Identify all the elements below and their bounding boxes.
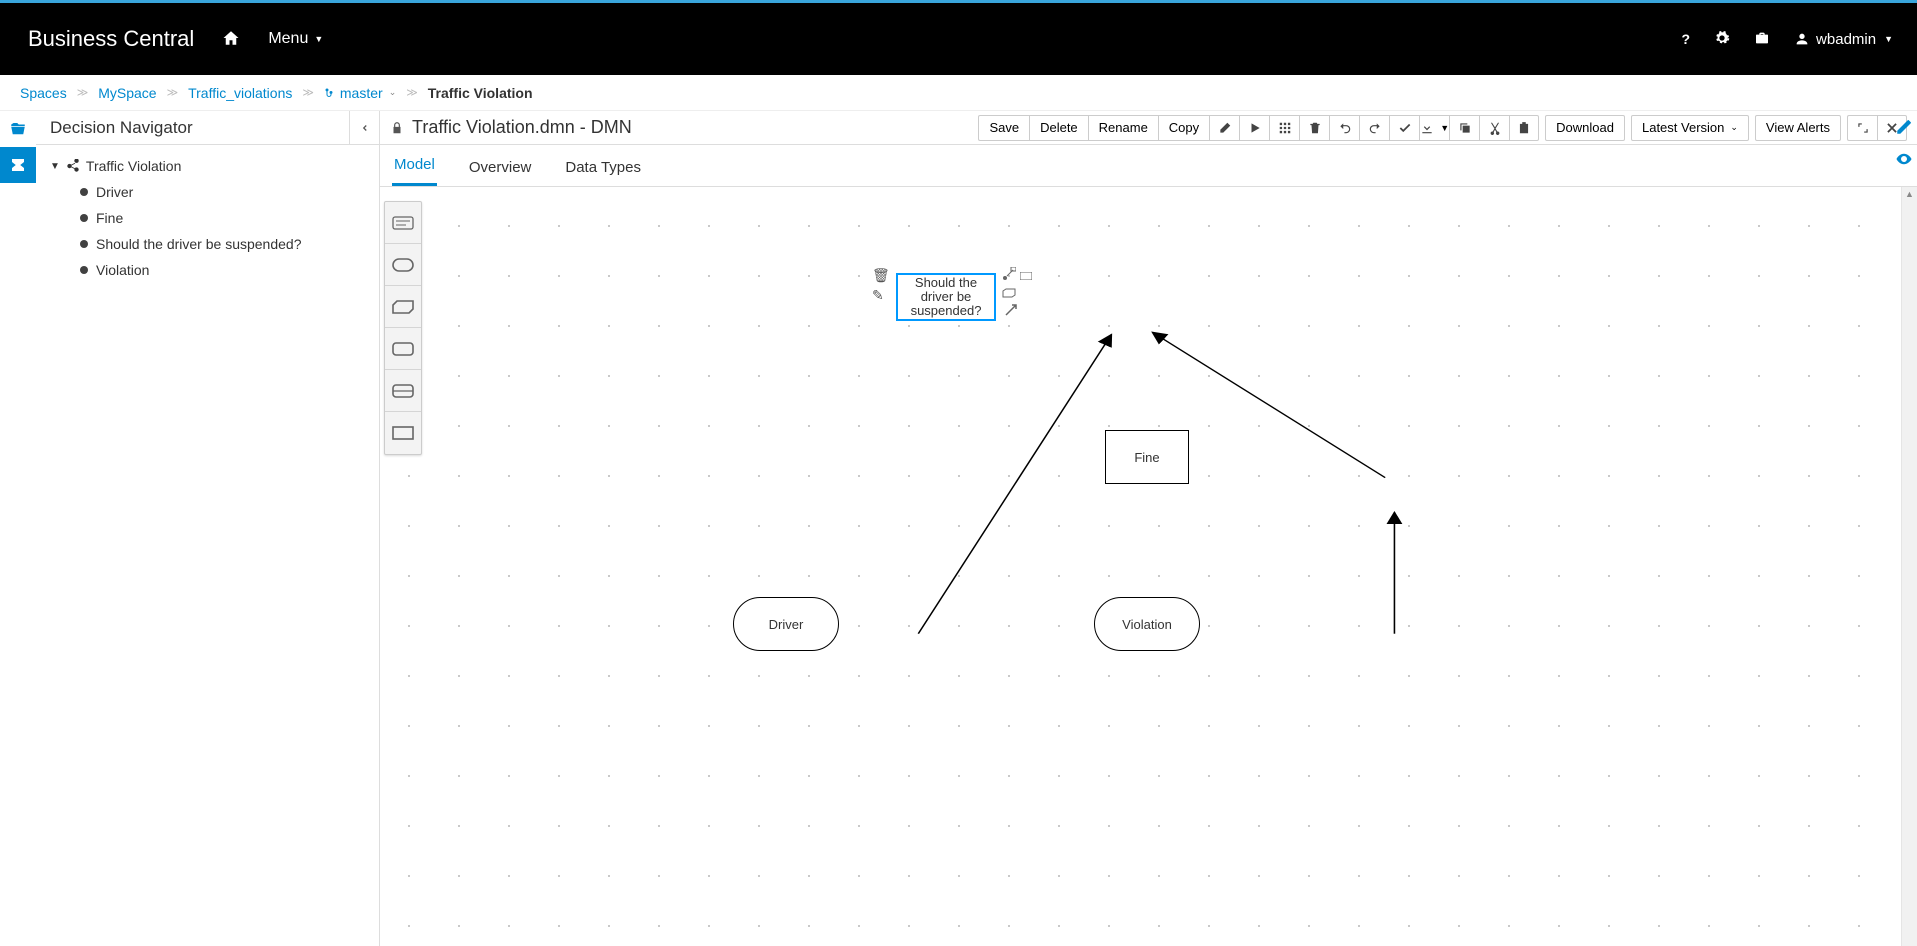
tab-overview[interactable]: Overview bbox=[467, 149, 534, 186]
edit-panel-button[interactable] bbox=[1895, 118, 1913, 136]
palette-knowledge[interactable] bbox=[385, 286, 421, 328]
expand-icon[interactable] bbox=[1847, 115, 1877, 141]
node-context-tools: 🗑 ✎ bbox=[872, 267, 1032, 331]
lock-icon bbox=[390, 121, 404, 135]
file-title: Traffic Violation.dmn - DMN bbox=[390, 117, 632, 138]
chevron-down-icon: ▼ bbox=[1884, 34, 1893, 44]
connect-text-icon[interactable] bbox=[1020, 267, 1032, 283]
toolbar-buttons: Save Delete Rename Copy ▼ Download Lates… bbox=[978, 115, 1907, 141]
download-button[interactable]: Download bbox=[1545, 115, 1625, 141]
editor-area: Traffic Violation.dmn - DMN Save Delete … bbox=[380, 111, 1917, 946]
latest-version-dropdown[interactable]: Latest Version⌄ bbox=[1631, 115, 1749, 141]
palette-input[interactable] bbox=[385, 244, 421, 286]
save-button[interactable]: Save bbox=[978, 115, 1029, 141]
brand: Business Central bbox=[0, 26, 222, 52]
canvas-dotgrid[interactable]: Should the driver be suspended? 🗑 ✎ Fine… bbox=[380, 187, 1901, 946]
separator: ≫ bbox=[77, 86, 89, 99]
redo-icon[interactable] bbox=[1359, 115, 1389, 141]
connect-arrow-icon[interactable] bbox=[1004, 303, 1018, 320]
user-name: wbadmin bbox=[1816, 31, 1876, 48]
paste-icon[interactable] bbox=[1509, 115, 1539, 141]
node-fine[interactable]: Fine bbox=[1105, 430, 1189, 484]
palette-bkm[interactable] bbox=[385, 370, 421, 412]
help-icon[interactable]: ? bbox=[1681, 31, 1690, 47]
tab-datatypes[interactable]: Data Types bbox=[563, 149, 643, 186]
check-icon[interactable] bbox=[1389, 115, 1419, 141]
eraser-icon[interactable] bbox=[1209, 115, 1239, 141]
panel-title: Decision Navigator bbox=[36, 111, 379, 145]
branch-name: master bbox=[340, 85, 383, 101]
tree-item-violation[interactable]: Violation bbox=[36, 257, 379, 283]
edit-node-icon[interactable]: ✎ bbox=[872, 287, 884, 304]
crumb-current: Traffic Violation bbox=[428, 85, 533, 101]
connect-dec-icon[interactable] bbox=[1002, 267, 1016, 284]
left-rail bbox=[0, 111, 36, 946]
breadcrumb: Spaces ≫ MySpace ≫ Traffic_violations ≫ … bbox=[0, 75, 1917, 111]
delete-node-icon[interactable]: 🗑 bbox=[872, 267, 890, 284]
app-header: Business Central Menu ▼ ? wbadmin ▼ bbox=[0, 3, 1917, 75]
crumb-space[interactable]: MySpace bbox=[98, 85, 156, 101]
gear-icon[interactable] bbox=[1714, 30, 1730, 49]
palette-annotation[interactable] bbox=[385, 202, 421, 244]
palette-decision[interactable] bbox=[385, 328, 421, 370]
decision-navigator-panel: Decision Navigator ▼ Traffic Violation D… bbox=[36, 111, 380, 946]
view-alerts-button[interactable]: View Alerts bbox=[1755, 115, 1841, 141]
copy-button[interactable]: Copy bbox=[1158, 115, 1209, 141]
grid-icon[interactable] bbox=[1269, 115, 1299, 141]
vertical-scrollbar[interactable] bbox=[1901, 187, 1917, 946]
undo-icon[interactable] bbox=[1329, 115, 1359, 141]
separator: ≫ bbox=[302, 86, 314, 99]
delete-button[interactable]: Delete bbox=[1029, 115, 1088, 141]
trash-icon[interactable] bbox=[1299, 115, 1329, 141]
chevron-down-icon: ▼ bbox=[314, 34, 323, 44]
tree-root[interactable]: ▼ Traffic Violation bbox=[36, 153, 379, 179]
menu-dropdown[interactable]: Menu ▼ bbox=[268, 30, 323, 48]
tree-item-fine[interactable]: Fine bbox=[36, 205, 379, 231]
tree-item-should-suspend[interactable]: Should the driver be suspended? bbox=[36, 231, 379, 257]
tree-root-label: Traffic Violation bbox=[86, 158, 181, 174]
arrows-layer bbox=[380, 187, 1901, 946]
download-dropdown[interactable]: ▼ bbox=[1419, 115, 1449, 141]
palette-text[interactable] bbox=[385, 412, 421, 454]
crumb-spaces[interactable]: Spaces bbox=[20, 85, 67, 101]
node-palette bbox=[384, 201, 422, 455]
connect-bkm-icon[interactable] bbox=[1002, 285, 1016, 301]
cut-icon[interactable] bbox=[1479, 115, 1509, 141]
chevron-down-icon: ⌄ bbox=[389, 87, 397, 98]
top-strip bbox=[0, 0, 1917, 3]
briefcase-icon[interactable] bbox=[1754, 30, 1770, 49]
diagram-icon bbox=[66, 159, 80, 173]
project-explorer-button[interactable] bbox=[0, 111, 36, 147]
canvas-viewport: Should the driver be suspended? 🗑 ✎ Fine… bbox=[380, 187, 1917, 946]
menu-label: Menu bbox=[268, 30, 308, 48]
crumb-project[interactable]: Traffic_violations bbox=[188, 85, 292, 101]
tab-model[interactable]: Model bbox=[392, 146, 437, 186]
preview-button[interactable] bbox=[1895, 150, 1913, 168]
home-icon[interactable] bbox=[222, 29, 240, 50]
editor-tabs: Model Overview Data Types bbox=[380, 145, 1917, 187]
play-icon[interactable] bbox=[1239, 115, 1269, 141]
separator: ≫ bbox=[406, 86, 418, 99]
collapse-sidebar-button[interactable] bbox=[349, 111, 379, 145]
node-driver[interactable]: Driver bbox=[733, 597, 839, 651]
separator: ≫ bbox=[167, 86, 179, 99]
rename-button[interactable]: Rename bbox=[1088, 115, 1158, 141]
tree-item-driver[interactable]: Driver bbox=[36, 179, 379, 205]
caret-down-icon: ▼ bbox=[50, 161, 60, 172]
editor-toolbar: Traffic Violation.dmn - DMN Save Delete … bbox=[380, 111, 1917, 145]
user-menu[interactable]: wbadmin ▼ bbox=[1794, 31, 1893, 48]
copy-icon[interactable] bbox=[1449, 115, 1479, 141]
node-violation[interactable]: Violation bbox=[1094, 597, 1200, 651]
decision-navigator-button[interactable] bbox=[0, 147, 36, 183]
branch-selector[interactable]: master ⌄ bbox=[324, 85, 396, 101]
